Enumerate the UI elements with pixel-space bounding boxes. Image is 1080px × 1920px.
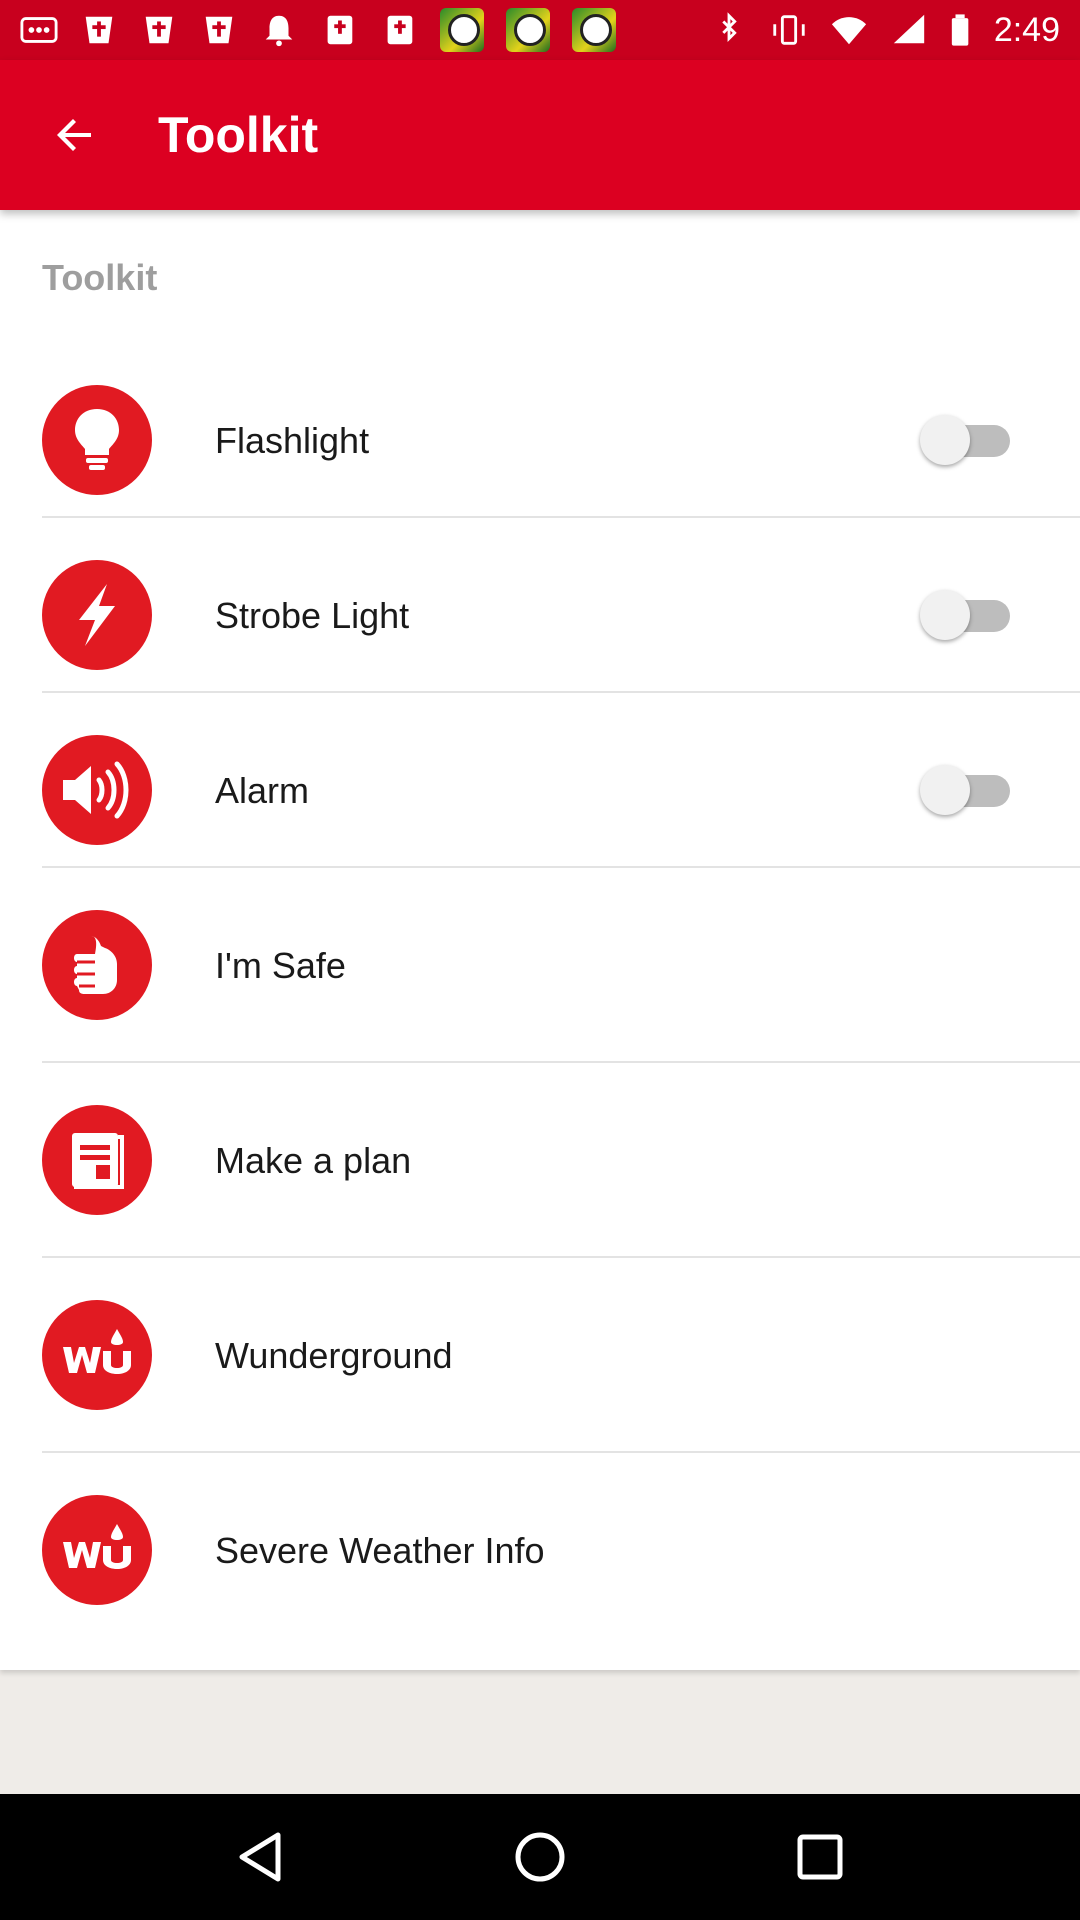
signal-icon (893, 14, 925, 44)
page-title: Toolkit (158, 107, 319, 163)
notification-icons (20, 8, 616, 52)
strobe-icon-container (42, 560, 152, 670)
item-label: Alarm (215, 770, 310, 811)
flashlight-toggle[interactable] (920, 415, 1010, 465)
item-label: Flashlight (215, 420, 370, 461)
battery-icon (951, 14, 969, 46)
wu-logo-icon (63, 1329, 131, 1374)
system-navigation-bar (0, 1794, 1080, 1920)
toolkit-card: Toolkit Flashlight Strobe Light Alarm I'… (0, 210, 1080, 1670)
recents-nav-icon (797, 1834, 843, 1880)
toolkit-item-im-safe[interactable]: I'm Safe (0, 895, 1080, 1055)
alarm-icon-container (42, 735, 152, 845)
speaker-icon (63, 761, 129, 819)
toggle-thumb (920, 590, 970, 640)
back-button[interactable] (0, 60, 150, 210)
bible-icon (145, 16, 173, 44)
severe-weather-icon-container (42, 1495, 152, 1605)
divider (42, 516, 1080, 518)
divider (42, 1061, 1080, 1063)
toolkit-item-strobe-light[interactable]: Strobe Light (0, 545, 1080, 685)
soccer-app-icon (440, 8, 484, 52)
bible-icon (85, 16, 113, 44)
section-header: Toolkit (42, 257, 158, 298)
item-label: Strobe Light (215, 595, 410, 636)
status-time: 2:49 (993, 10, 1060, 49)
toolkit-item-severe-weather-info[interactable]: Severe Weather Info (0, 1480, 1080, 1640)
home-nav-icon (515, 1832, 565, 1882)
book-icon (327, 15, 353, 45)
more-icon (20, 17, 58, 43)
lightning-icon (79, 584, 115, 646)
nav-back-button[interactable] (220, 1817, 300, 1897)
toggle-thumb (920, 415, 970, 465)
nav-home-button[interactable] (500, 1817, 580, 1897)
document-icon (72, 1133, 124, 1189)
item-label: Severe Weather Info (215, 1530, 545, 1571)
book-icon (387, 15, 413, 45)
item-label: I'm Safe (215, 945, 346, 986)
app-bar: Toolkit (0, 60, 1080, 210)
bluetooth-icon (722, 12, 737, 42)
strobe-light-toggle[interactable] (920, 590, 1010, 640)
wu-logo-icon (63, 1524, 131, 1569)
soccer-app-icon (506, 8, 550, 52)
toolkit-item-flashlight[interactable]: Flashlight (0, 370, 1080, 510)
item-label: Make a plan (215, 1140, 412, 1181)
item-label: Wunderground (215, 1335, 453, 1376)
divider (42, 1256, 1080, 1258)
vibrate-icon (773, 15, 805, 45)
toolkit-item-alarm[interactable]: Alarm (0, 720, 1080, 860)
thumbs-up-icon (74, 936, 117, 994)
arrow-back-icon (57, 119, 91, 151)
divider (42, 1451, 1080, 1453)
soccer-app-icon (572, 8, 616, 52)
wunderground-icon-container (42, 1300, 152, 1410)
divider (42, 866, 1080, 868)
lightbulb-icon (75, 409, 119, 470)
im-safe-icon-container (42, 910, 152, 1020)
flashlight-icon-container (42, 385, 152, 495)
bible-icon (205, 16, 233, 44)
nav-recents-button[interactable] (780, 1817, 860, 1897)
divider (42, 691, 1080, 693)
toolkit-item-wunderground[interactable]: Wunderground (0, 1285, 1080, 1445)
make-a-plan-icon-container (42, 1105, 152, 1215)
notification-bell-icon (265, 15, 293, 47)
alarm-toggle[interactable] (920, 765, 1010, 815)
status-bar: 2:49 (0, 0, 1080, 60)
system-icons: 2:49 (710, 11, 1060, 50)
toggle-thumb (920, 765, 970, 815)
wifi-icon (831, 17, 866, 45)
toolkit-item-make-a-plan[interactable]: Make a plan (0, 1090, 1080, 1250)
back-nav-icon (239, 1832, 281, 1882)
